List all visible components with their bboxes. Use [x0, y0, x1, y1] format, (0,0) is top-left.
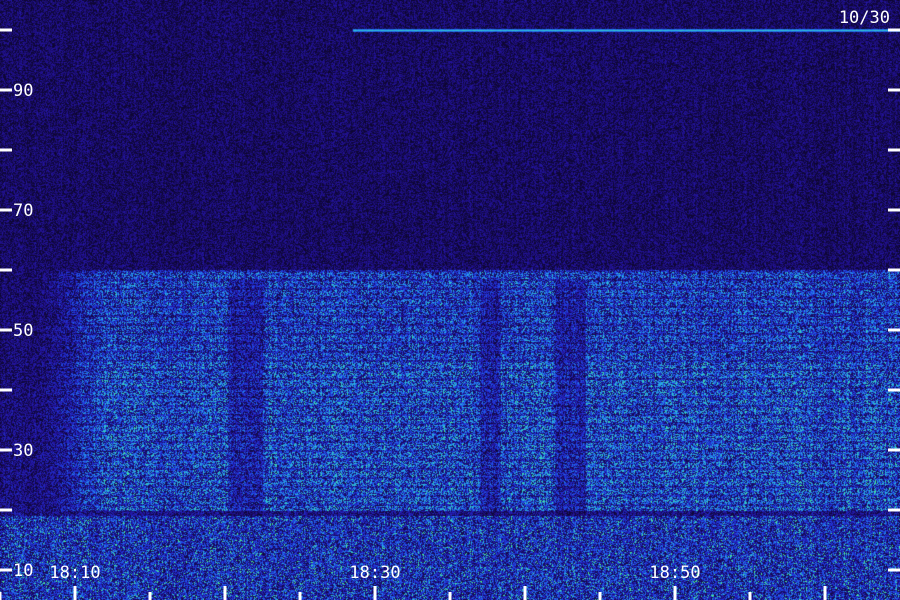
x-tick-labels: 18:10 18:30 18:50: [49, 563, 700, 583]
y-ticks-right: [888, 28, 900, 572]
y-tick-labels: 10 30 50 70 90: [13, 81, 33, 581]
spectrogram-axes: 10 30 50 70 90 18:10 18:30 18:50 10/30: [0, 8, 900, 600]
y-ticks-left: [0, 28, 12, 572]
y-tick-label-10: 10: [13, 561, 33, 581]
y-tick-label-50: 50: [13, 321, 33, 341]
x-tick-label-1: 18:30: [349, 563, 400, 583]
x-tick-label-0: 18:10: [49, 563, 100, 583]
y-tick-label-70: 70: [13, 201, 33, 221]
x-ticks: [0, 586, 827, 600]
y-tick-label-90: 90: [13, 81, 33, 101]
x-tick-label-2: 18:50: [649, 563, 700, 583]
y-tick-label-30: 30: [13, 441, 33, 461]
date-label: 10/30: [839, 8, 890, 28]
